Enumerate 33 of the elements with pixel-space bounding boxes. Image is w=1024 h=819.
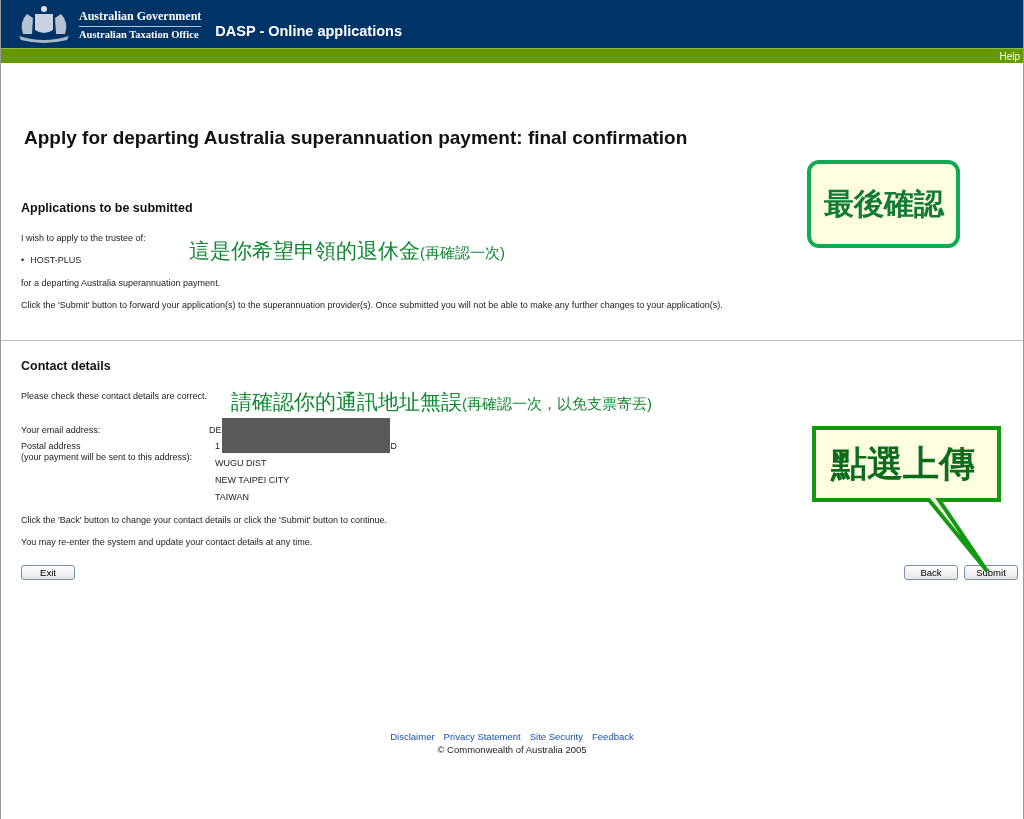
callout-text: 點選上傳 bbox=[831, 442, 975, 486]
copyright-text: © Commonwealth of Australia 2005 bbox=[437, 744, 587, 755]
government-name: Australian Government bbox=[79, 6, 202, 27]
back-button[interactable]: Back bbox=[904, 565, 958, 580]
reenter-note: You may re-enter the system and update your contact details at any time. bbox=[21, 537, 314, 547]
annotation-label: 最後確認 bbox=[807, 160, 960, 248]
app-title: DASP - Online applications bbox=[215, 23, 402, 39]
footer-link[interactable]: Site Security bbox=[529, 731, 583, 742]
exit-button[interactable]: Exit bbox=[21, 565, 75, 580]
address-text: NEW TAIPEI CITY bbox=[215, 475, 290, 486]
annotation-text: 請確認你的通訊地址無誤(再確認一次，以免支票寄丟) bbox=[231, 389, 652, 415]
annotation-text: 這是你希望申領的退休金(再確認一次) bbox=[189, 238, 505, 264]
footer-link[interactable]: Disclaimer bbox=[390, 731, 435, 742]
submit-button[interactable]: Submit bbox=[964, 565, 1018, 580]
back-note: Click the 'Back' button to change your contact details or click the 'Submit' button to continue. bbox=[21, 515, 389, 525]
footer-link[interactable]: Privacy Statement bbox=[443, 731, 521, 742]
section-heading: Applications to be submitted bbox=[21, 201, 194, 215]
email-value: DE bbox=[209, 425, 223, 436]
field-label: Your email address: bbox=[21, 425, 102, 436]
field-label: Postal address (your payment will be sent to this address): bbox=[21, 441, 194, 464]
instruction-text: Click the 'Submit' button to forward your application(s) to the superannuation provider(s). Once submitted you will not be able to make any further changes to your application(s). bbox=[21, 300, 724, 310]
address-text: TAIWAN bbox=[215, 492, 249, 503]
footer-link[interactable]: Feedback bbox=[592, 731, 634, 742]
trustee-item: HOST-PLUS bbox=[30, 255, 82, 266]
bullet-mark: • bbox=[21, 255, 25, 266]
purpose-text: for a departing Australia superannuation payment. bbox=[21, 278, 222, 288]
section-heading: Contact details bbox=[21, 359, 112, 373]
address-text: D bbox=[390, 441, 397, 452]
page-title: Apply for departing Australia superannuation payment: final confirmation bbox=[24, 127, 689, 149]
address-text: WUGU DIST bbox=[215, 458, 267, 469]
address-text: 1 bbox=[215, 441, 220, 452]
agency-name: Australian Taxation Office bbox=[79, 27, 200, 42]
intro-text: I wish to apply to the trustee of: bbox=[21, 233, 147, 243]
